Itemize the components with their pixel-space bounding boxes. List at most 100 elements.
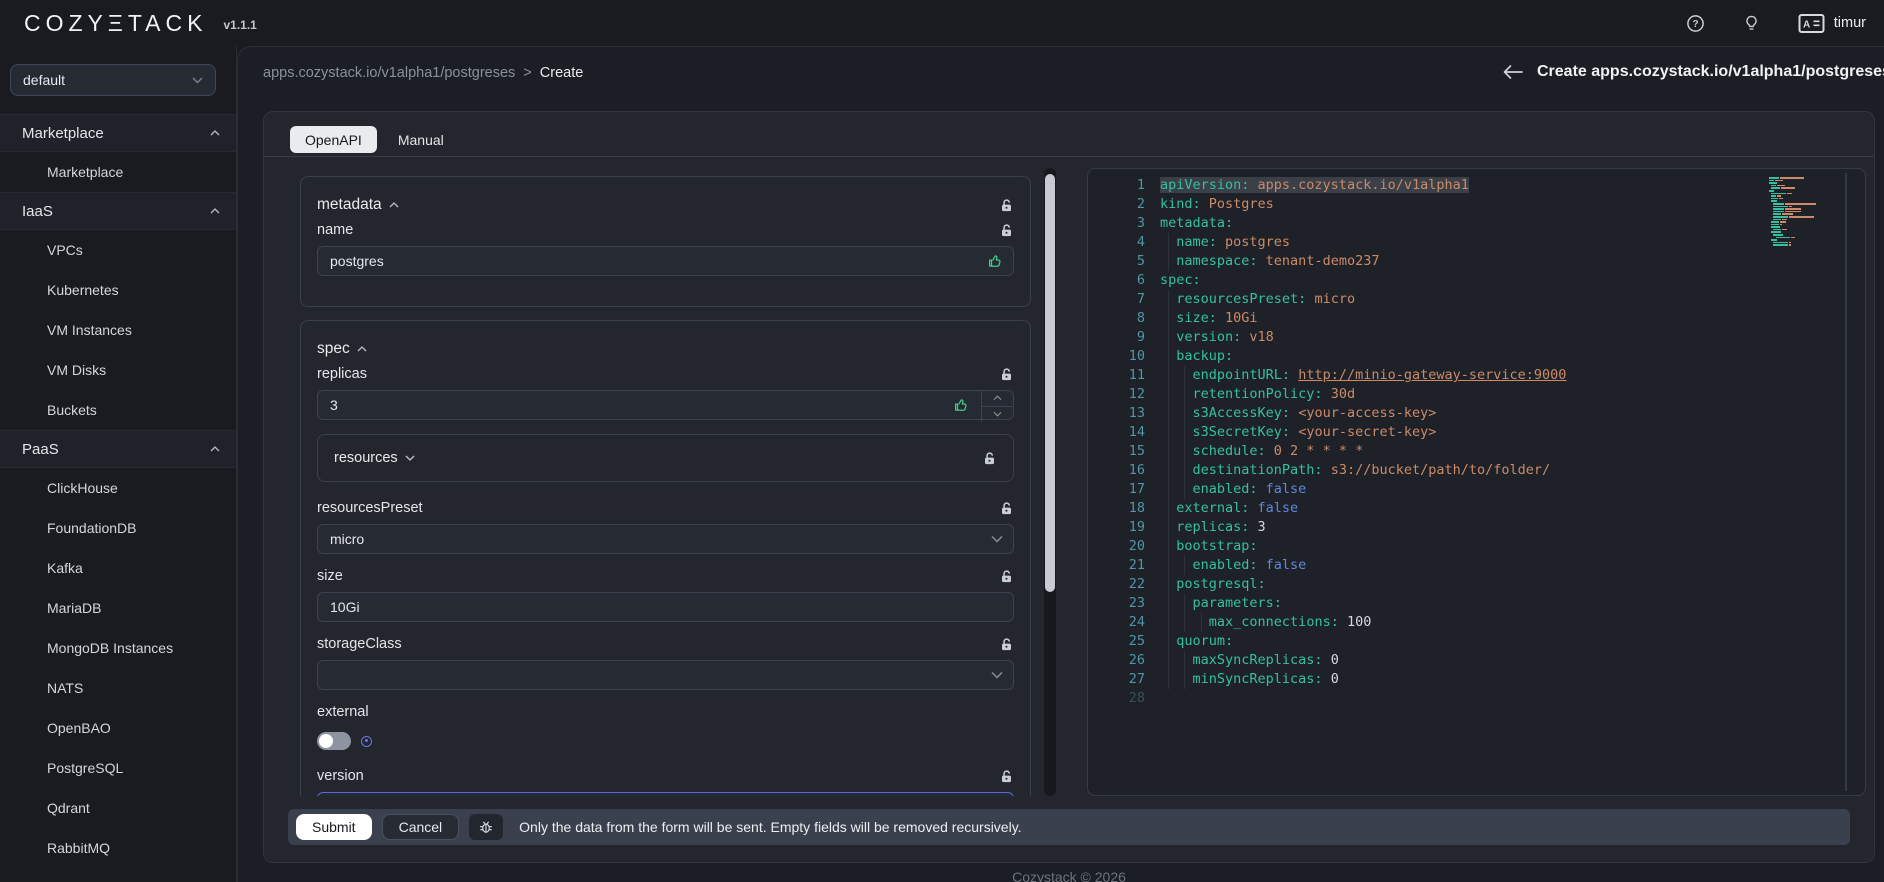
chevron-down-icon bbox=[192, 77, 203, 83]
stepper-down[interactable] bbox=[982, 407, 1013, 423]
yaml-line-5: 5 namespace: tenant-demo237 bbox=[1136, 252, 1380, 271]
sidebar-item-rabbitmq[interactable]: RabbitMQ bbox=[0, 828, 236, 868]
breadcrumb: apps.cozystack.io/v1alpha1/postgreses > … bbox=[263, 65, 583, 81]
chevron-down-icon bbox=[991, 536, 1003, 543]
id-badge-icon: A bbox=[1798, 13, 1825, 34]
sidebar-item-mariadb[interactable]: MariaDB bbox=[0, 588, 236, 628]
lightbulb-icon[interactable] bbox=[1743, 14, 1760, 32]
sidebar-item-qdrant[interactable]: Qdrant bbox=[0, 788, 236, 828]
select-input-storageclass[interactable] bbox=[317, 660, 1014, 690]
sidebar-item-buckets[interactable]: Buckets bbox=[0, 390, 236, 430]
select-input-version[interactable]: v18 bbox=[317, 792, 1014, 796]
scrollbar-thumb[interactable] bbox=[1045, 174, 1055, 592]
unlock-icon[interactable] bbox=[982, 451, 997, 466]
breadcrumb-separator: > bbox=[523, 65, 532, 81]
breadcrumb-path[interactable]: apps.cozystack.io/v1alpha1/postgreses bbox=[263, 65, 515, 81]
yaml-line-15: 15 schedule: 0 2 * * * * bbox=[1128, 442, 1364, 461]
field-label: storageClass bbox=[317, 636, 402, 652]
main-content: apps.cozystack.io/v1alpha1/postgreses > … bbox=[237, 46, 1884, 882]
select-input-resourcespreset[interactable]: micro bbox=[317, 524, 1014, 554]
sidebar-section-paas[interactable]: PaaS bbox=[0, 430, 236, 468]
yaml-line-3: 3 metadata: bbox=[1136, 215, 1234, 231]
back-arrow-icon[interactable] bbox=[1502, 64, 1523, 80]
bug-icon bbox=[480, 821, 493, 833]
sidebar-section-iaas[interactable]: IaaS bbox=[0, 192, 236, 230]
unlock-icon[interactable] bbox=[999, 769, 1014, 784]
sidebar-section-marketplace[interactable]: Marketplace bbox=[0, 114, 236, 152]
top-bar: COZYΞTACK v1.1.1 ? A timur bbox=[0, 0, 1884, 46]
stepper-up[interactable] bbox=[982, 390, 1013, 407]
yaml-line-17: 17 enabled: false bbox=[1128, 480, 1307, 499]
yaml-line-25: 25 quorum: bbox=[1128, 632, 1234, 651]
field-label-row-storageclass: storageClass bbox=[317, 636, 1014, 652]
tab-manual[interactable]: Manual bbox=[383, 126, 459, 153]
editor-minimap bbox=[1769, 177, 1841, 247]
namespace-select[interactable]: default bbox=[10, 64, 216, 96]
sidebar: default Marketplace Marketplace IaaS VPCs Ku… bbox=[0, 46, 237, 882]
sidebar-item-kafka[interactable]: Kafka bbox=[0, 548, 236, 588]
yaml-line-8: 8 size: 10Gi bbox=[1136, 309, 1258, 328]
svg-text:A: A bbox=[1803, 19, 1810, 30]
user-menu[interactable]: A timur bbox=[1798, 13, 1866, 34]
tab-openapi[interactable]: OpenAPI bbox=[290, 126, 377, 153]
sidebar-item-vm-disks[interactable]: VM Disks bbox=[0, 350, 236, 390]
yaml-line-13: 13 s3AccessKey: <your-access-key> bbox=[1128, 404, 1437, 423]
editor-scrollbar[interactable] bbox=[1845, 173, 1847, 791]
cancel-button[interactable]: Cancel bbox=[381, 814, 460, 840]
yaml-line-7: 7 resourcesPreset: micro bbox=[1136, 290, 1356, 309]
sidebar-item-postgresql[interactable]: PostgreSQL bbox=[0, 748, 236, 788]
unlock-icon[interactable] bbox=[999, 569, 1014, 584]
submit-button[interactable]: Submit bbox=[296, 814, 372, 840]
top-bar-actions: ? A timur bbox=[1686, 13, 1884, 34]
field-value: postgres bbox=[330, 253, 384, 269]
debug-button[interactable] bbox=[469, 814, 504, 840]
unlock-icon[interactable] bbox=[999, 501, 1014, 516]
group-resources: resources bbox=[317, 434, 1014, 482]
work-area: metadata name postgres spec replicas 3 r… bbox=[264, 157, 1874, 796]
yaml-lines: 1 apiVersion: apps.cozystack.io/v1alpha1… bbox=[1088, 169, 1865, 708]
form-scrollbar[interactable] bbox=[1044, 168, 1056, 796]
unlock-icon[interactable] bbox=[999, 637, 1014, 652]
yaml-line-19: 19 replicas: 3 bbox=[1128, 518, 1266, 537]
text-input-name[interactable]: postgres bbox=[317, 246, 1014, 276]
sidebar-item-marketplace[interactable]: Marketplace bbox=[0, 152, 236, 192]
unlock-icon[interactable] bbox=[999, 367, 1014, 382]
yaml-line-24: 24 max_connections: 100 bbox=[1128, 613, 1372, 632]
unlock-icon[interactable] bbox=[999, 198, 1014, 213]
sidebar-item-openbao[interactable]: OpenBAO bbox=[0, 708, 236, 748]
sidebar-item-nats[interactable]: NATS bbox=[0, 668, 236, 708]
yaml-line-14: 14 s3SecretKey: <your-secret-key> bbox=[1128, 423, 1437, 442]
fieldset-spec: spec replicas 3 resources resourcesPrese… bbox=[300, 320, 1031, 796]
logo-text-right: TACK bbox=[127, 9, 208, 36]
openapi-form: metadata name postgres spec replicas 3 r… bbox=[288, 168, 1044, 796]
namespace-value: default bbox=[23, 72, 66, 88]
sidebar-item-vpcs[interactable]: VPCs bbox=[0, 230, 236, 270]
create-form-card: OpenAPI Manual metadata name postgres spe… bbox=[263, 111, 1875, 863]
yaml-editor[interactable]: 1 apiVersion: apps.cozystack.io/v1alpha1… bbox=[1087, 168, 1866, 796]
thumbs-up-icon bbox=[988, 255, 1001, 267]
sidebar-item-foundationdb[interactable]: FoundationDB bbox=[0, 508, 236, 548]
field-external bbox=[317, 732, 1014, 750]
field-label-row-version: version bbox=[317, 768, 1014, 784]
yaml-line-12: 12 retentionPolicy: 30d bbox=[1128, 385, 1356, 404]
section-title[interactable]: metadata bbox=[317, 196, 399, 214]
unlock-icon[interactable] bbox=[999, 223, 1014, 238]
section-header-metadata: metadata bbox=[317, 196, 1014, 214]
sidebar-item-mongodb-instances[interactable]: MongoDB Instances bbox=[0, 628, 236, 668]
yaml-line-9: 9 version: v18 bbox=[1136, 328, 1274, 347]
section-title[interactable]: spec bbox=[317, 340, 367, 358]
sidebar-item-vm-instances[interactable]: VM Instances bbox=[0, 310, 236, 350]
text-input-size[interactable]: 10Gi bbox=[317, 592, 1014, 622]
help-icon[interactable]: ? bbox=[1686, 14, 1705, 33]
group-toggle-resources[interactable]: resources bbox=[334, 450, 415, 466]
field-label: size bbox=[317, 568, 343, 584]
field-label: external bbox=[317, 704, 369, 720]
breadcrumb-current: Create bbox=[539, 65, 584, 81]
toggle-external[interactable] bbox=[317, 732, 351, 750]
revert-icon[interactable] bbox=[361, 735, 372, 747]
number-input-replicas[interactable]: 3 bbox=[317, 390, 1014, 423]
sidebar-item-clickhouse[interactable]: ClickHouse bbox=[0, 468, 236, 508]
svg-text:?: ? bbox=[1692, 19, 1698, 30]
sidebar-item-kubernetes[interactable]: Kubernetes bbox=[0, 270, 236, 310]
yaml-line-28: 28 bbox=[1128, 690, 1145, 706]
